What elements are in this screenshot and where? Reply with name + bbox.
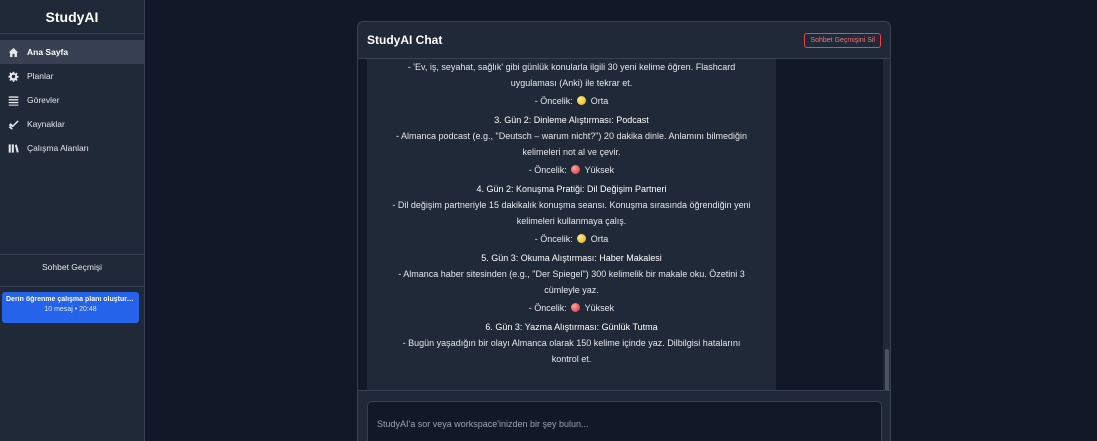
task-heading: 3. Gün 2: Dinleme Alıştırması: Podcast — [494, 115, 649, 125]
list-icon — [8, 95, 19, 106]
priority-level: Orta — [590, 96, 609, 106]
message-line: uygulaması (Anki) ile tekrar et. — [510, 78, 633, 88]
priority-line: - Öncelik: Yüksek — [373, 300, 770, 316]
sidebar-item-planlar[interactable]: Planlar — [0, 64, 144, 88]
priority-line: - Öncelik: Yüksek — [373, 162, 770, 178]
priority-prefix: - Öncelik: — [534, 96, 573, 106]
home-icon — [8, 47, 19, 58]
chat-input[interactable] — [367, 401, 882, 441]
priority-level: Orta — [590, 234, 609, 244]
sidebar-item-label: Çalışma Alanları — [27, 143, 89, 153]
input-area — [358, 390, 890, 441]
message-line: kelimeleri not al ve çevir. — [522, 147, 621, 157]
gear-icon — [8, 71, 19, 82]
message-line: - Almanca haber sitesinden (e.g., "Der S… — [398, 269, 745, 279]
priority-prefix: - Öncelik: — [528, 165, 567, 175]
priority-level: Yüksek — [584, 303, 615, 313]
sidebar-item-kaynaklar[interactable]: Kaynaklar — [0, 112, 144, 136]
sidebar-item-label: Ana Sayfa — [27, 47, 69, 57]
red-circle-icon — [571, 303, 581, 312]
sidebar-item-ana-sayfa[interactable]: Ana Sayfa — [0, 40, 144, 64]
red-circle-icon — [571, 165, 581, 174]
priority-prefix: - Öncelik: — [528, 303, 567, 313]
clear-history-button[interactable]: Sohbet Geçmişini Sil — [804, 32, 881, 48]
message-line: cümleyle yaz. — [544, 285, 599, 295]
message-line: - Almanca podcast (e.g., "Deutsch – waru… — [395, 131, 748, 141]
library-icon — [8, 143, 19, 154]
sidebar-item-label: Kaynaklar — [27, 119, 65, 129]
sidebar-item-calisma-alanlari[interactable]: Çalışma Alanları — [0, 136, 144, 160]
messages-area[interactable]: - 'Ev, iş, seyahat, sağlık' gibi günlük … — [358, 59, 890, 390]
message-line: - 'Ev, iş, seyahat, sağlık' gibi günlük … — [407, 62, 736, 72]
sidebar-item-gorevler[interactable]: Görevler — [0, 88, 144, 112]
brand-logo[interactable]: StudyAI — [0, 0, 144, 34]
task-heading: 4. Gün 2: Konuşma Pratiği: Dil Değişim P… — [476, 184, 667, 194]
task-heading: 5. Gün 3: Okuma Alıştırması: Haber Makal… — [481, 253, 662, 263]
yellow-circle-icon — [577, 234, 587, 243]
priority-line: - Öncelik: Orta — [373, 231, 770, 247]
bookmark-check-icon — [8, 119, 19, 130]
yellow-circle-icon — [577, 96, 587, 105]
sidebar: StudyAI Ana Sayfa Planlar Görevler Kayna… — [0, 0, 145, 441]
chat-title: StudyAI Chat — [367, 33, 443, 47]
sidebar-nav: Ana Sayfa Planlar Görevler Kaynaklar Çal… — [0, 40, 144, 160]
divider — [0, 254, 144, 255]
history-title: Sohbet Geçmişi — [42, 262, 102, 272]
assistant-message: - 'Ev, iş, seyahat, sağlık' gibi günlük … — [367, 59, 776, 390]
history-item-title: Derin öğrenme çalışma planı oluştur. 3 .… — [6, 296, 135, 303]
messages-scrollbar[interactable] — [883, 59, 890, 420]
message-line: - Bugün yaşadığın bir olayı Almanca olar… — [402, 338, 741, 348]
sidebar-item-label: Planlar — [27, 71, 54, 81]
message-line: - Dil değişim partneriyle 15 dakikalık k… — [392, 200, 751, 210]
message-line: kelimeleri kullanmaya çalış. — [516, 216, 627, 226]
divider — [0, 286, 144, 287]
priority-level: Yüksek — [584, 165, 615, 175]
sidebar-item-label: Görevler — [27, 95, 60, 105]
chat-panel: StudyAI Chat Sohbet Geçmişini Sil - 'Ev,… — [357, 21, 891, 441]
task-heading: 6. Gün 3: Yazma Alıştırması: Günlük Tutm… — [485, 322, 658, 332]
history-item-meta: 10 mesaj • 20:48 — [44, 306, 97, 313]
priority-prefix: - Öncelik: — [534, 234, 573, 244]
history-item[interactable]: Derin öğrenme çalışma planı oluştur. 3 .… — [2, 292, 139, 323]
chat-header: StudyAI Chat Sohbet Geçmişini Sil — [358, 22, 890, 59]
priority-line: - Öncelik: Orta — [373, 93, 770, 109]
message-line: kontrol et. — [551, 354, 592, 364]
